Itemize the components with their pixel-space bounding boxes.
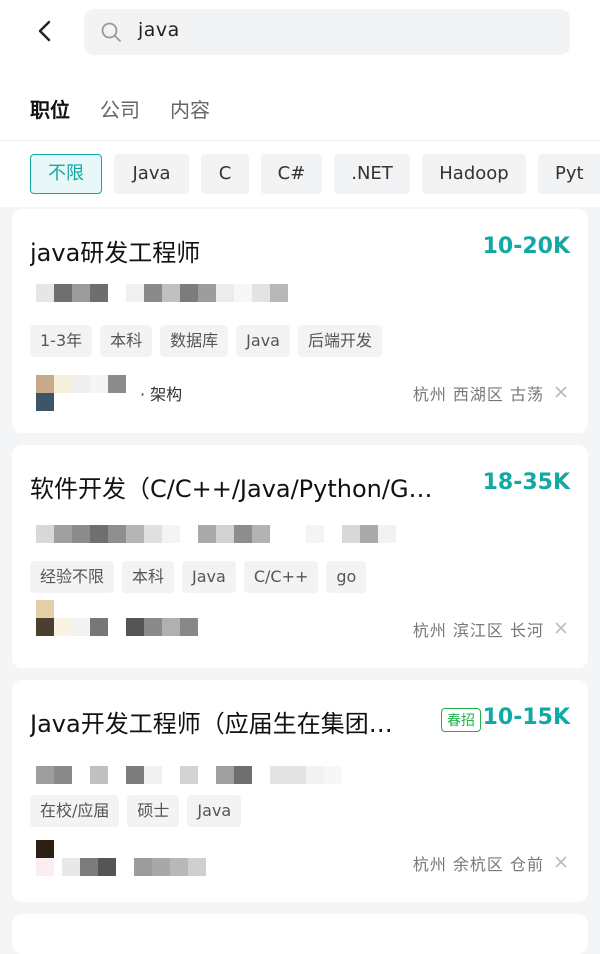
filter-chip-all[interactable]: 不限 (30, 154, 102, 194)
company-info[interactable] (36, 600, 236, 640)
company-info[interactable]: · 架构 (36, 375, 236, 415)
company-logo (36, 618, 54, 636)
blurred-info (36, 284, 288, 304)
job-tag: 硕士 (127, 795, 180, 827)
job-tag: 经验不限 (30, 561, 115, 593)
close-icon[interactable] (554, 621, 568, 635)
job-tag: 数据库 (160, 325, 229, 357)
job-tag: Java (187, 795, 242, 827)
close-icon[interactable] (554, 855, 568, 869)
job-tag: C/C++ (243, 561, 319, 593)
filter-chip-c[interactable]: C (201, 154, 249, 194)
job-tag: 后端开发 (297, 325, 382, 357)
job-salary: 18-35K (482, 470, 570, 495)
spring-recruit-badge: 春招 (441, 708, 481, 732)
header: java 职位 公司 内容 不限 Java C C# .NET Hadoop P… (0, 0, 600, 207)
search-icon (101, 22, 121, 42)
job-title: Java开发工程师（应届生在集团… (30, 710, 393, 738)
company-name-blurred (54, 618, 198, 640)
search-input[interactable]: java (84, 9, 570, 55)
job-card[interactable] (12, 914, 588, 954)
company-name-blurred (54, 375, 126, 397)
close-icon[interactable] (554, 385, 568, 399)
job-salary: 10-15K (482, 705, 570, 730)
job-tag: Java (182, 561, 236, 593)
job-card[interactable]: 软件开发（C/C++/Java/Python/G… 18-35K 经验不限 本科 J… (12, 445, 588, 668)
filter-chip-java[interactable]: Java (114, 154, 189, 194)
job-tag: 本科 (100, 325, 153, 357)
job-tags: 1-3年 本科 数据库 Java 后端开发 (30, 325, 390, 357)
job-title: java研发工程师 (30, 239, 201, 267)
category-tabs: 职位 公司 内容 (0, 64, 600, 140)
job-tags: 在校/应届 硕士 Java (30, 795, 249, 827)
company-logo (36, 858, 54, 876)
filter-chip-dotnet[interactable]: .NET (334, 154, 410, 194)
filter-chip-csharp[interactable]: C# (261, 154, 322, 194)
job-card[interactable]: java研发工程师 10-20K 1-3年 本科 数据库 Java 后端开发 · 架构 … (12, 209, 588, 433)
filter-chips: 不限 Java C C# .NET Hadoop Pyt (0, 141, 600, 207)
company-name-blurred (62, 858, 206, 880)
job-location: 杭州 西湖区 古荡 (412, 385, 544, 404)
job-card[interactable]: Java开发工程师（应届生在集团… 春招 10-15K 在校/应届 硕士 Java … (12, 680, 588, 902)
job-tag: 在校/应届 (30, 795, 120, 827)
filter-chip-python[interactable]: Pyt (538, 154, 600, 194)
blurred-info (36, 766, 342, 786)
company-logo (36, 375, 54, 393)
tab-jobs[interactable]: 职位 (30, 94, 70, 123)
search-bar: java (0, 0, 600, 64)
tab-content[interactable]: 内容 (170, 94, 210, 123)
company-name: · 架构 (140, 385, 183, 404)
job-tag: 本科 (122, 561, 175, 593)
job-title: 软件开发（C/C++/Java/Python/G… (30, 475, 433, 503)
job-salary: 10-20K (482, 234, 570, 259)
job-tag: Java (236, 325, 290, 357)
job-location: 杭州 滨江区 长河 (412, 621, 544, 640)
back-arrow-icon[interactable] (30, 16, 60, 46)
company-logo (36, 393, 54, 411)
company-logo (36, 600, 54, 618)
job-tag: go (326, 561, 367, 593)
job-tags: 经验不限 本科 Java C/C++ go (30, 561, 374, 593)
company-info[interactable] (36, 840, 236, 880)
tab-companies[interactable]: 公司 (100, 94, 140, 123)
filter-chip-hadoop[interactable]: Hadoop (422, 154, 526, 194)
company-logo (36, 840, 54, 858)
search-query-text: java (138, 19, 180, 41)
job-tag: 1-3年 (30, 325, 93, 357)
job-location: 杭州 余杭区 仓前 (412, 855, 544, 874)
blurred-info (36, 525, 396, 545)
